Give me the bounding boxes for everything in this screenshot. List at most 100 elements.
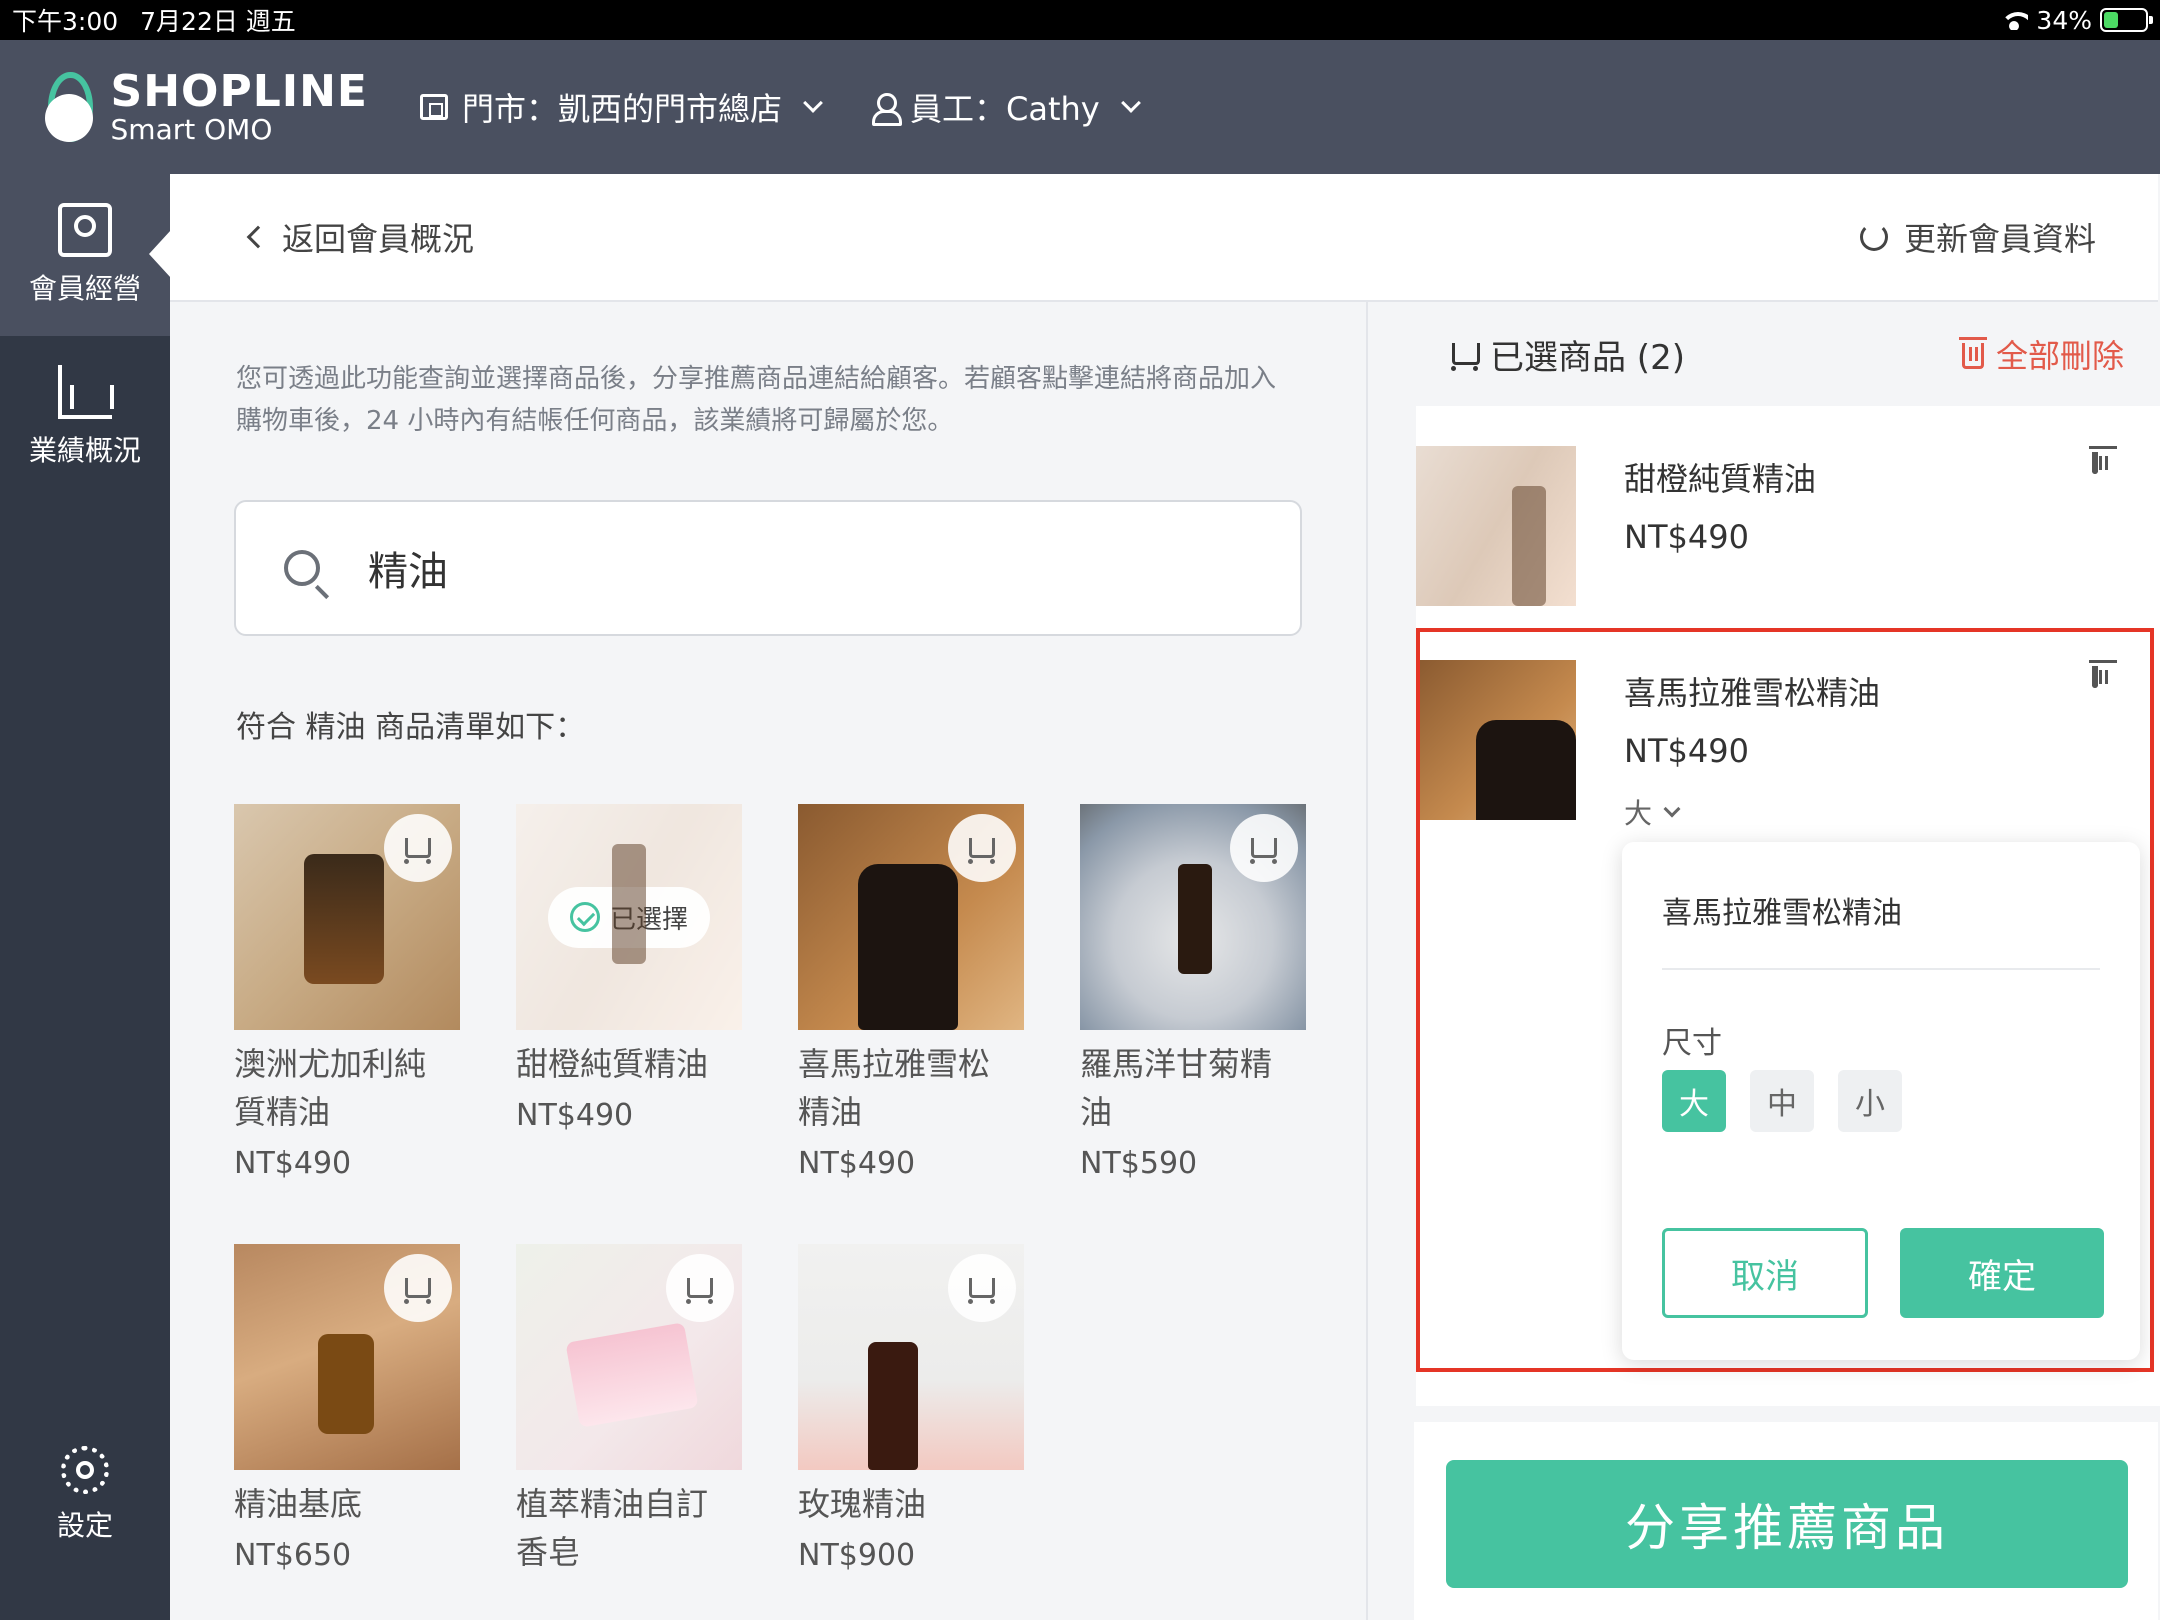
- product-card[interactable]: 澳洲尤加利純 質精油 NT$490: [234, 804, 460, 1181]
- search-box[interactable]: [234, 500, 1302, 636]
- staff-selector[interactable]: 員工：Cathy: [872, 84, 1141, 130]
- battery-icon: [2100, 8, 2153, 32]
- settings-label: 設定: [56, 1509, 113, 1542]
- cart-icon: [1451, 343, 1480, 371]
- product-image: [798, 804, 1024, 1030]
- cart-icon: [968, 838, 995, 864]
- product-image: [798, 1244, 1024, 1470]
- product-price: NT$590: [1080, 1146, 1198, 1181]
- logo-mark-icon: [44, 72, 93, 142]
- selected-item-image: [1416, 446, 1576, 606]
- search-input[interactable]: [368, 545, 1268, 591]
- product-image: 已選擇: [516, 804, 742, 1030]
- product-card[interactable]: 植萃精油自訂 香皂: [516, 1244, 742, 1576]
- status-time: 下午3:00: [12, 7, 119, 36]
- product-price: NT$490: [516, 1098, 634, 1133]
- product-card[interactable]: 已選擇 甜橙純質精油 NT$490: [516, 804, 742, 1133]
- brand-name: SHOPLINE: [110, 66, 368, 117]
- selected-item-price: NT$490: [1624, 518, 1749, 556]
- remove-item-button[interactable]: [2092, 452, 2098, 474]
- product-card[interactable]: 玫瑰精油 NT$900: [798, 1244, 1024, 1573]
- selected-header: 已選商品 (2) 全部刪除: [1368, 302, 2160, 406]
- status-bar: 下午3:00 7月22日 週五 34%: [0, 0, 2160, 40]
- product-card[interactable]: 精油基底 NT$650: [234, 1244, 460, 1573]
- cart-icon: [1250, 838, 1277, 864]
- sidebar: 會員經營 業績概況 設定: [0, 174, 171, 1620]
- product-card[interactable]: 羅馬洋甘菊精油 NT$590: [1080, 804, 1306, 1181]
- product-name: 甜橙純質精油: [516, 1045, 709, 1083]
- share-recommend-button[interactable]: 分享推薦商品: [1446, 1460, 2128, 1588]
- delete-all-button[interactable]: 全部刪除: [1958, 331, 2124, 377]
- status-right: 34%: [2000, 5, 2153, 35]
- popover-title: 喜馬拉雅雪松精油: [1662, 896, 1902, 931]
- product-price: NT$490: [798, 1146, 916, 1181]
- size-option-large[interactable]: 大: [1662, 1070, 1726, 1132]
- cart-icon: [404, 838, 431, 864]
- results-title: 符合 精油 商品清單如下：: [236, 710, 586, 745]
- sidebar-item-label: 會員經營: [28, 272, 141, 305]
- battery-percent: 34%: [2036, 5, 2092, 35]
- status-date: 7月22日 週五: [140, 7, 296, 36]
- selected-title: 已選商品 (2): [1451, 330, 1685, 379]
- store-label: 門市：凱西的門市總店: [462, 90, 783, 128]
- staff-icon: [872, 93, 903, 126]
- check-circle-icon: [569, 902, 600, 932]
- confirm-button[interactable]: 確定: [1900, 1228, 2104, 1318]
- product-search-panel: 您可透過此功能查詢並選擇商品後，分享推薦商品連結給顧客。若顧客點擊連結將商品加入…: [170, 302, 1366, 1620]
- add-to-cart-button[interactable]: [384, 814, 452, 882]
- back-label: 返回會員概況: [282, 220, 475, 258]
- staff-label: 員工：Cathy: [910, 90, 1100, 128]
- product-image: [1080, 804, 1306, 1030]
- cart-icon: [968, 1278, 995, 1304]
- chevron-down-icon: [803, 93, 823, 113]
- refresh-member-button[interactable]: 更新會員資料: [1859, 214, 2096, 260]
- size-label: 尺寸: [1662, 1026, 1722, 1061]
- add-to-cart-button[interactable]: [948, 1254, 1016, 1322]
- refresh-icon: [1859, 223, 1888, 251]
- product-price: NT$650: [234, 1538, 352, 1573]
- cancel-button[interactable]: 取消: [1662, 1228, 1868, 1318]
- cart-icon: [686, 1278, 713, 1304]
- divider: [1662, 968, 2100, 970]
- brand-sub: Smart OMO: [110, 113, 273, 146]
- trash-icon: [1958, 337, 1987, 369]
- add-to-cart-button[interactable]: [1230, 814, 1298, 882]
- product-name: 精油基底: [234, 1485, 363, 1523]
- chevron-down-icon: [1120, 93, 1141, 113]
- product-image: [234, 804, 460, 1030]
- store-icon: [420, 94, 448, 120]
- back-button[interactable]: 返回會員概況: [246, 214, 475, 260]
- chevron-left-icon: [246, 225, 270, 249]
- refresh-label: 更新會員資料: [1903, 220, 2096, 258]
- shopline-logo: SHOPLINE Smart OMO: [44, 66, 368, 146]
- product-name: 玫瑰精油: [798, 1485, 927, 1523]
- sub-header: 返回會員概況 更新會員資料: [170, 174, 2158, 302]
- sidebar-item-label: 業績概況: [28, 434, 141, 467]
- product-price: NT$900: [798, 1538, 916, 1573]
- wifi-icon: [2000, 10, 2029, 30]
- feature-description: 您可透過此功能查詢並選擇商品後，分享推薦商品連結給顧客。若顧客點擊連結將商品加入…: [236, 364, 1277, 436]
- gear-icon: [61, 1446, 109, 1494]
- selected-overlay: 已選擇: [516, 804, 742, 1030]
- size-option-medium[interactable]: 中: [1750, 1070, 1814, 1132]
- size-options: 大 中 小: [1662, 1070, 1902, 1132]
- add-to-cart-button[interactable]: [948, 814, 1016, 882]
- search-icon: [284, 550, 320, 586]
- size-option-small[interactable]: 小: [1838, 1070, 1902, 1132]
- store-selector[interactable]: 門市：凱西的門市總店: [420, 84, 823, 130]
- selected-item-name: 甜橙純質精油: [1624, 460, 1817, 498]
- add-to-cart-button[interactable]: [384, 1254, 452, 1322]
- share-footer: 分享推薦商品: [1414, 1422, 2158, 1620]
- product-card[interactable]: 喜馬拉雅雪松 精油 NT$490: [798, 804, 1024, 1181]
- sidebar-item-performance[interactable]: 業績概況: [0, 336, 170, 498]
- popover-actions: 取消 確定: [1662, 1228, 2104, 1318]
- variant-popover: 喜馬拉雅雪松精油 尺寸 大 中 小 取消 確定: [1622, 842, 2140, 1360]
- add-to-cart-button[interactable]: [666, 1254, 734, 1322]
- sidebar-item-settings[interactable]: 設定: [0, 1414, 170, 1576]
- cart-icon: [404, 1278, 431, 1304]
- chart-icon: [58, 365, 114, 419]
- sidebar-item-member[interactable]: 會員經營: [0, 174, 171, 336]
- product-name: 喜馬拉雅雪松 精油: [798, 1045, 991, 1131]
- product-price: NT$490: [234, 1146, 352, 1181]
- product-image: [234, 1244, 460, 1470]
